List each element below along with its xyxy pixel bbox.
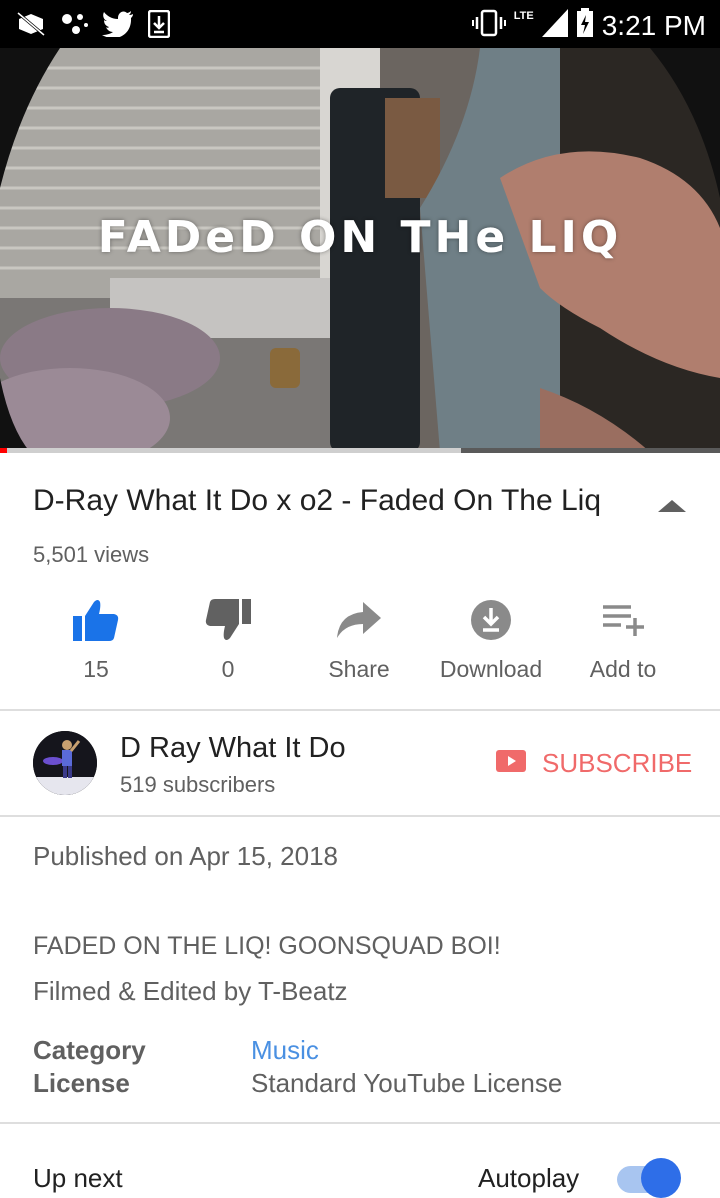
video-progress-fill: [0, 448, 8, 453]
like-button[interactable]: 15: [30, 596, 162, 683]
published-date: Published on Apr 15, 2018: [33, 841, 339, 871]
video-title[interactable]: D-Ray What It Do x o2 - Faded On The Liq: [33, 484, 601, 518]
video-player[interactable]: FADeD ON THe LIQ: [0, 48, 720, 452]
subscribe-label: SUBSCRIBE: [542, 748, 693, 778]
share-button[interactable]: Share: [293, 596, 425, 683]
network-type-label: LTE: [513, 9, 534, 22]
subscribe-button[interactable]: SUBSCRIBE: [496, 748, 692, 779]
dots-icon: [60, 11, 88, 42]
like-count: 15: [83, 656, 109, 682]
signal-icon: [541, 9, 568, 42]
status-bar: LTE 3:21 PM: [0, 0, 720, 48]
collapse-description-icon[interactable]: [658, 500, 686, 512]
category-link[interactable]: Music: [251, 1035, 319, 1066]
license-value: Standard YouTube License: [251, 1068, 563, 1098]
download-label: Download: [439, 656, 543, 682]
up-next-heading: Up next: [33, 1163, 123, 1193]
channel-avatar[interactable]: [33, 731, 97, 795]
video-overlay-title: FADeD ON THe LIQ: [97, 212, 623, 263]
dislike-count: 0: [221, 656, 235, 682]
video-progress-bar[interactable]: [0, 448, 720, 453]
status-time: 3:21 PM: [601, 9, 706, 41]
description-line: Filmed & Edited by T-Beatz: [33, 976, 348, 1006]
download-circle-icon: [425, 596, 557, 644]
divider: [0, 1122, 720, 1124]
video-buffer-fill: [0, 448, 461, 453]
twitter-icon: [102, 11, 134, 42]
add-to-label: Add to: [589, 656, 657, 682]
license-label: License: [33, 1068, 130, 1098]
youtube-play-icon: [496, 750, 526, 777]
add-to-button[interactable]: Add to: [557, 596, 689, 683]
dislike-button[interactable]: 0: [162, 596, 294, 683]
share-icon: [293, 596, 425, 644]
thumb-down-icon: [162, 596, 294, 644]
no-sim-icon: [16, 11, 46, 42]
divider: [0, 709, 720, 711]
playlist-add-icon: [557, 596, 689, 644]
thumb-up-icon: [30, 596, 162, 644]
share-label: Share: [328, 656, 390, 682]
vibrate-icon: [471, 9, 506, 42]
description-line: FADED ON THE LIQ! GOONSQUAD BOI!: [33, 932, 501, 960]
download-icon: [147, 9, 171, 43]
category-label: Category: [33, 1035, 146, 1065]
battery-icon: [576, 8, 594, 43]
divider: [0, 815, 720, 817]
channel-name[interactable]: D Ray What It Do: [120, 732, 346, 765]
subscriber-count: 519 subscribers: [120, 772, 276, 797]
autoplay-label: Autoplay: [478, 1163, 580, 1193]
view-count: 5,501 views: [33, 542, 150, 567]
autoplay-toggle-knob[interactable]: [641, 1158, 681, 1198]
download-button[interactable]: Download: [425, 596, 557, 683]
